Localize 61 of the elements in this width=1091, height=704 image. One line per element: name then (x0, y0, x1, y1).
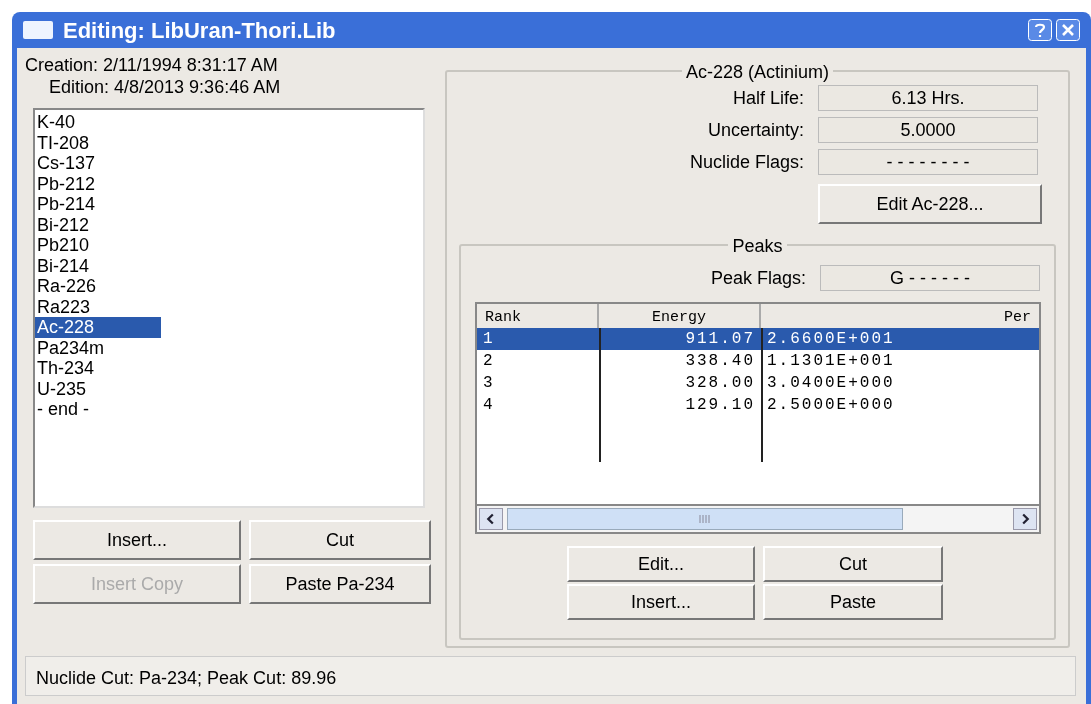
list-item[interactable]: Th-234 (35, 358, 97, 379)
window-title: Editing: LibUran-Thori.Lib (63, 16, 336, 45)
list-item[interactable]: Ac-228 (35, 317, 161, 338)
list-item[interactable]: Pa234m (35, 337, 107, 358)
table-cell-text: 338.40 (684, 351, 756, 372)
scroll-right-icon[interactable] (1013, 508, 1037, 530)
list-item[interactable]: TI-208 (35, 132, 92, 153)
creation-date: Creation: 2/11/1994 8:31:17 AM (25, 54, 279, 76)
table-cell-text: 4 (482, 395, 496, 416)
list-item[interactable]: - end - (35, 399, 92, 420)
action-button[interactable]: Insert... (567, 584, 755, 620)
scroll-thumb[interactable] (507, 508, 903, 530)
column-header[interactable]: Per (761, 304, 1039, 328)
status-bar: Nuclide Cut: Pa-234; Peak Cut: 89.96 (25, 656, 1076, 696)
list-item[interactable]: Ra223 (35, 296, 93, 317)
action-button[interactable]: Paste (763, 584, 943, 620)
list-item[interactable]: Bi-214 (35, 255, 92, 276)
window-icon (23, 21, 53, 39)
value-field: 5.0000 (818, 117, 1038, 143)
group-title: Ac-228 (Actinium) (681, 62, 833, 82)
action-button[interactable]: Paste Pa-234 (249, 564, 431, 604)
field-label: Half Life: (731, 86, 804, 110)
table-cell-text: 129.10 (684, 395, 756, 416)
table-cell-text: 3.0400E+000 (766, 373, 896, 394)
list-item[interactable]: Pb210 (35, 235, 92, 256)
table-cell-text: 2.5000E+000 (766, 395, 896, 416)
table-row[interactable]: 4 129.10 2.5000E+000 (477, 394, 1039, 416)
horizontal-scrollbar[interactable] (477, 504, 1039, 532)
table-cell-text: 2.6600E+001 (766, 329, 896, 350)
action-button[interactable]: Cut (249, 520, 431, 560)
close-icon[interactable] (1056, 19, 1080, 41)
action-button[interactable]: Cut (763, 546, 943, 582)
scroll-left-icon[interactable] (479, 508, 503, 530)
value-field: - - - - - - - - (818, 149, 1038, 175)
table-cell-text: 1 (482, 329, 496, 350)
list-item[interactable]: Ra-226 (35, 276, 99, 297)
field-label: Nuclide Flags: (688, 150, 804, 174)
value-field: 6.13 Hrs. (818, 85, 1038, 111)
field-label: Peak Flags: (709, 266, 806, 290)
edit-nuclide-button[interactable]: Edit Ac-228... (818, 184, 1042, 224)
list-item[interactable]: Pb-212 (35, 173, 98, 194)
list-item[interactable]: Cs-137 (35, 153, 98, 174)
field-label: Uncertainty: (706, 118, 804, 142)
table-cell-text: 328.00 (684, 373, 756, 394)
list-item[interactable]: K-40 (35, 112, 78, 133)
list-item[interactable]: Pb-214 (35, 194, 98, 215)
list-item[interactable]: Bi-212 (35, 214, 92, 235)
table-cell-text: 2 (482, 351, 496, 372)
table-row[interactable]: 3 328.00 3.0400E+000 (477, 372, 1039, 394)
action-button[interactable]: Insert... (33, 520, 241, 560)
help-icon[interactable] (1028, 19, 1052, 41)
action-button[interactable]: Edit... (567, 546, 755, 582)
edition-date: Edition: 4/8/2013 9:36:46 AM (48, 76, 282, 98)
list-item[interactable]: U-235 (35, 378, 89, 399)
nuclide-list[interactable]: K-40 TI-208 Cs-137 Pb-212 Pb-214 Bi-212 Pb210 Bi-214 Ra-226 Ra223 Ac-228 Pa234m Th-234 U-235 - end - (33, 108, 425, 508)
table-cell-text: 1.1301E+001 (766, 351, 896, 372)
value-field: G - - - - - - (820, 265, 1040, 291)
table-row[interactable]: 2 338.40 1.1301E+001 (477, 350, 1039, 372)
table-cell-text: 911.07 (684, 329, 756, 350)
table-cell-text: 3 (482, 373, 496, 394)
table-row[interactable]: 1 911.07 2.6600E+001 (477, 328, 1039, 350)
